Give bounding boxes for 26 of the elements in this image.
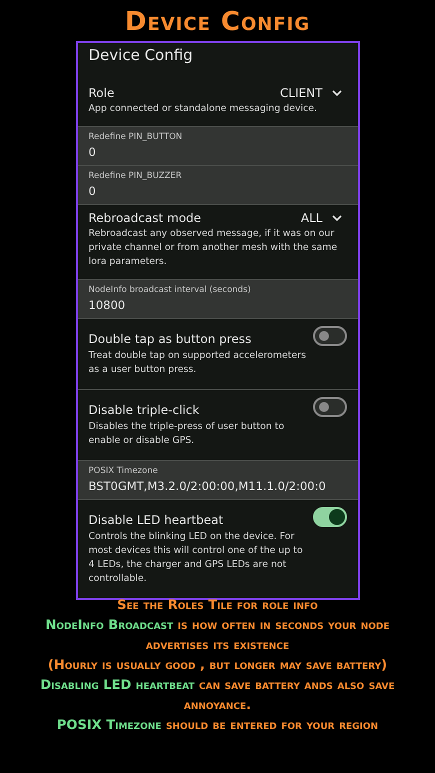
setting-description: App connected or standalone messaging device. xyxy=(88,102,318,116)
toggle-switch[interactable] xyxy=(312,507,346,527)
toggle-switch[interactable] xyxy=(312,397,346,417)
panel-title: Device Config xyxy=(88,45,194,66)
setting-label: Role xyxy=(88,86,114,100)
setting-description: Rebroadcast any observed message, if it was on our private channel or from another mesh with the same lora parameters. xyxy=(88,227,338,269)
setting-label: Rebroadcast mode xyxy=(88,211,202,225)
note-text: POSIX Timezone should be entered for your region xyxy=(56,717,380,735)
text-field[interactable]: POSIX Timezone BST0GMT,M3.2.0/2:00:00,M11.1.0/2:00:0 xyxy=(78,461,358,500)
note-text: NodeInfo Broadcast is how often in seconds your node advertises its existence xyxy=(44,617,391,655)
setting-description: Controls the blinking LED on the device. For most devices this will control one of the up to 4 LEDs, the charger and GPS LEDs are not controllable. xyxy=(88,530,304,586)
note-text: (Hourly is usually good , but longer may save battery) xyxy=(46,657,388,675)
setting-label: Disable LED heartbeat xyxy=(88,513,224,527)
setting-label: Disable triple-click xyxy=(88,403,200,417)
setting-label: Double tap as button press xyxy=(88,332,252,346)
text-field[interactable]: Redefine PIN_BUZZER 0 xyxy=(78,166,358,205)
dropdown[interactable]: ALL xyxy=(300,211,346,225)
setting-description: Disables the triple-press of user button to enable or disable GPS. xyxy=(88,420,286,448)
text-field[interactable]: NodeInfo broadcast interval (seconds) 10800 xyxy=(78,280,358,319)
text-field[interactable]: Redefine PIN_BUTTON 0 xyxy=(78,127,358,166)
toggle-switch[interactable] xyxy=(312,326,346,346)
setting-description: Treat double tap on supported accelerometers as a user button press. xyxy=(88,349,307,377)
dropdown[interactable]: CLIENT xyxy=(280,86,346,100)
note-text: See the Roles Tile for role info xyxy=(116,597,319,615)
note-text: Disabling LED heartbeat can save battery ands also save annoyance. xyxy=(39,677,396,715)
page-heading: Device Config xyxy=(124,6,312,39)
